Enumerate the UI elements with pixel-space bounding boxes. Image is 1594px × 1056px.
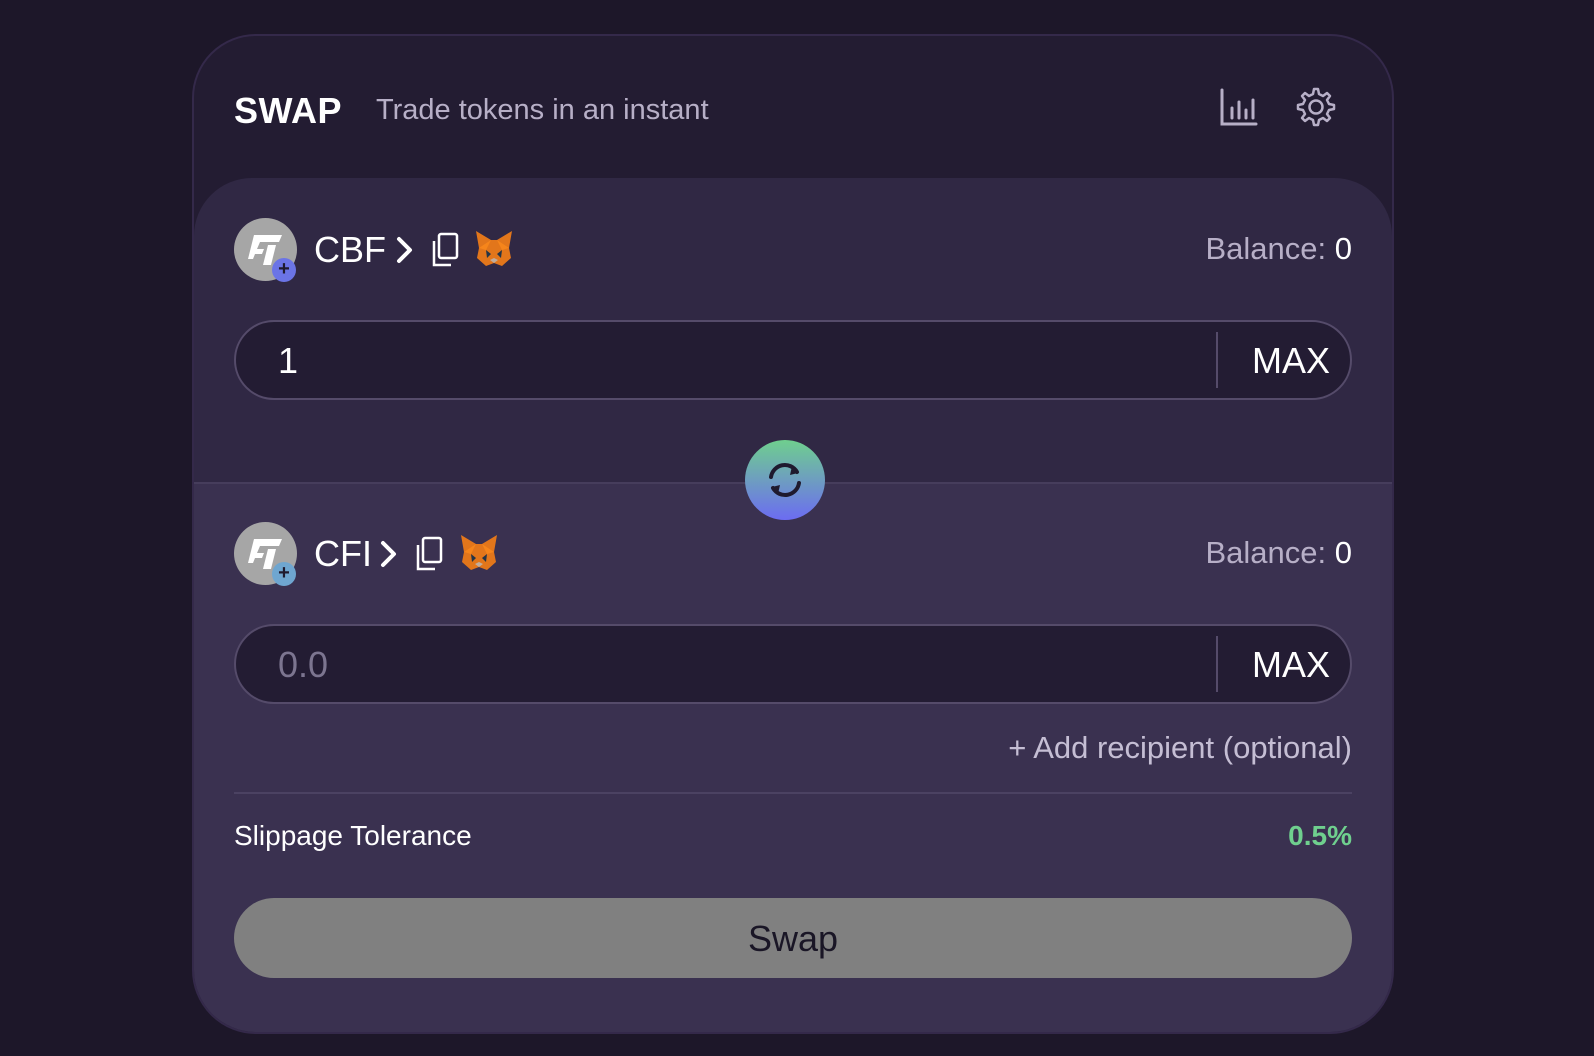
add-token-icon: + bbox=[272, 258, 296, 282]
to-max-button[interactable]: MAX bbox=[1252, 644, 1330, 686]
to-token-row: + CFI Balance: 0 bbox=[234, 522, 1352, 586]
chevron-right-icon[interactable] bbox=[394, 234, 416, 266]
from-amount-field: MAX bbox=[234, 320, 1352, 400]
switch-tokens-button[interactable] bbox=[745, 440, 825, 520]
balance-label: Balance: bbox=[1205, 231, 1335, 266]
bar-chart-icon[interactable] bbox=[1218, 86, 1260, 128]
to-token-symbol[interactable]: CFI bbox=[314, 533, 372, 575]
swap-arrows-icon bbox=[769, 462, 801, 498]
swap-header: SWAP Trade tokens in an instant bbox=[194, 36, 1392, 180]
chevron-right-icon[interactable] bbox=[378, 538, 400, 570]
to-balance: Balance: 0 bbox=[1205, 535, 1352, 571]
slippage-label: Slippage Tolerance bbox=[234, 820, 472, 851]
from-token-symbol[interactable]: CBF bbox=[314, 229, 386, 271]
from-max-button[interactable]: MAX bbox=[1252, 340, 1330, 382]
swap-button[interactable]: Swap bbox=[234, 898, 1352, 978]
swap-card: SWAP Trade tokens in an instant + CBF Ba… bbox=[192, 34, 1394, 1034]
copy-icon[interactable] bbox=[430, 232, 460, 268]
copy-icon[interactable] bbox=[414, 536, 444, 572]
metamask-fox-icon[interactable] bbox=[458, 532, 500, 574]
from-amount-input[interactable] bbox=[276, 322, 1180, 400]
max-divider bbox=[1216, 636, 1218, 692]
from-token-logo[interactable]: + bbox=[234, 218, 297, 282]
gear-icon[interactable] bbox=[1295, 86, 1337, 128]
page-subtitle: Trade tokens in an instant bbox=[376, 94, 709, 126]
add-recipient-link[interactable]: + Add recipient (optional) bbox=[1008, 730, 1352, 766]
from-panel: + CBF Balance: 0 1 MAX bbox=[194, 178, 1392, 482]
to-amount-field: MAX bbox=[234, 624, 1352, 704]
add-token-icon: + bbox=[272, 562, 296, 586]
from-token-row: + CBF Balance: 0 bbox=[234, 218, 1352, 282]
balance-value: 0 bbox=[1334, 231, 1352, 266]
from-balance: Balance: 0 bbox=[1205, 231, 1352, 267]
balance-value: 0 bbox=[1334, 535, 1352, 570]
to-amount-input[interactable] bbox=[276, 626, 1180, 704]
balance-label: Balance: bbox=[1205, 535, 1335, 570]
page-title: SWAP bbox=[234, 90, 343, 131]
to-token-logo[interactable]: + bbox=[234, 522, 297, 586]
max-divider bbox=[1216, 332, 1218, 388]
metamask-fox-icon[interactable] bbox=[473, 228, 515, 270]
slippage-value[interactable]: 0.5% bbox=[1288, 820, 1352, 852]
divider bbox=[234, 792, 1352, 794]
